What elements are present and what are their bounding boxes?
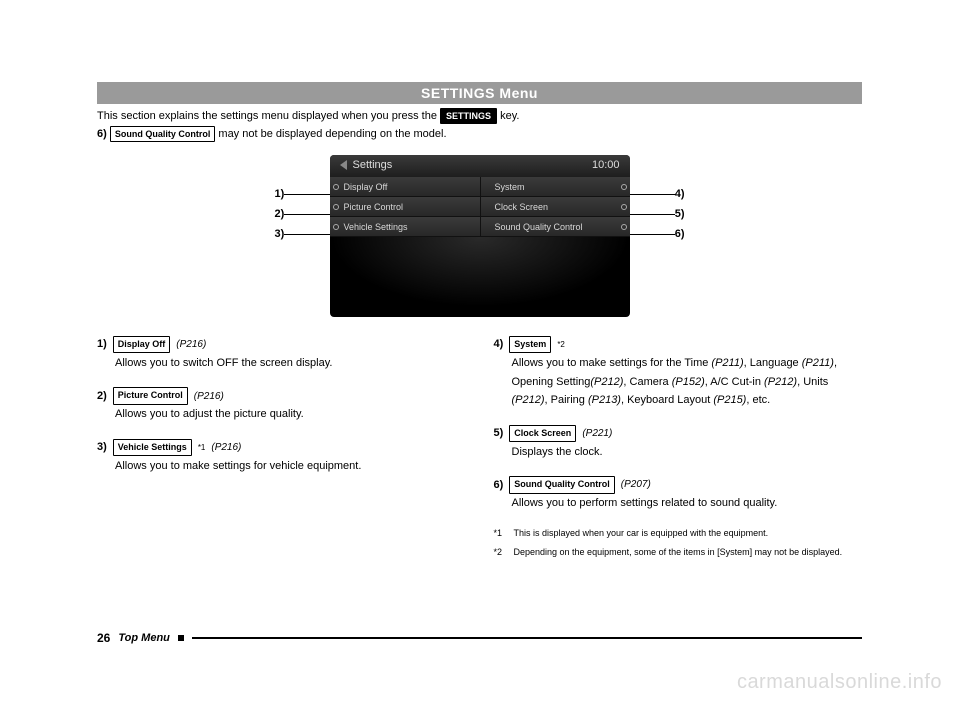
item-key: Display Off xyxy=(113,336,171,353)
item-head: 4) System *2 xyxy=(494,335,863,354)
footnote-label: *1 xyxy=(494,527,508,540)
item-number: 1) xyxy=(97,335,107,354)
item-number: 5) xyxy=(494,424,504,443)
left-column: 1)Display Off (P216)Allows you to switch… xyxy=(97,335,466,564)
callout-6-label: 6) xyxy=(675,228,685,240)
item-body: Displays the clock. xyxy=(512,443,863,462)
menu-clock-screen: Clock Screen xyxy=(480,197,630,217)
intro-line1-a: This section explains the settings menu … xyxy=(97,110,437,122)
menu-vehicle-settings: Vehicle Settings xyxy=(330,217,480,237)
device-title: Settings xyxy=(353,159,393,171)
callout-2-label: 2) xyxy=(275,208,285,220)
item-number: 3) xyxy=(97,438,107,457)
device-illustration: 1) 2) 3) 4) 5) 6) Settings 10:00 xyxy=(275,155,685,317)
footnotes: *1 This is displayed when your car is equ… xyxy=(494,527,863,558)
item-body: Allows you to adjust the picture quality… xyxy=(115,405,466,424)
device-clock: 10:00 xyxy=(592,159,620,171)
item-head: 6) Sound Quality Control (P207) xyxy=(494,476,863,495)
item-body: Allows you to perform settings related t… xyxy=(512,494,863,513)
callout-4-label: 4) xyxy=(675,188,685,200)
menu-display-off-label: Display Off xyxy=(344,182,388,192)
item-key: System xyxy=(509,336,551,353)
list-item: 5) Clock Screen (P221)Displays the clock. xyxy=(494,424,863,461)
watermark: carmanualsonline.info xyxy=(737,671,942,694)
device-right-col: System Clock Screen Sound Quality Contro… xyxy=(480,177,630,237)
callout-1-label: 1) xyxy=(275,188,285,200)
footnote-text: This is displayed when your car is equip… xyxy=(514,527,769,540)
callout-1: 1) xyxy=(275,188,333,200)
item-key: Clock Screen xyxy=(509,425,576,442)
menu-system-label: System xyxy=(495,182,525,192)
intro-line1-b: key. xyxy=(500,110,519,122)
device-left-col: Display Off Picture Control Vehicle Sett… xyxy=(330,177,480,237)
item-page-ref: (P207) xyxy=(621,476,651,493)
footnote-label: *2 xyxy=(494,546,508,559)
item-key: Sound Quality Control xyxy=(509,476,615,493)
menu-picture-control: Picture Control xyxy=(330,197,480,217)
item-page-ref: (P216) xyxy=(176,336,206,353)
page-number: 26 xyxy=(97,631,110,645)
intro-item-number: 6) xyxy=(97,128,107,140)
callout-5-label: 5) xyxy=(675,208,685,220)
item-head: 1) Display Off (P216) xyxy=(97,335,466,354)
footnote-text: Depending on the equipment, some of the … xyxy=(514,546,843,559)
list-item: 2) Picture Control (P216)Allows you to ad… xyxy=(97,387,466,424)
item-page-ref: (P216) xyxy=(211,439,241,456)
device-body: Display Off Picture Control Vehicle Sett… xyxy=(330,177,630,237)
footnote: *2 Depending on the equipment, some of th… xyxy=(494,546,863,559)
item-body: Allows you to switch OFF the screen disp… xyxy=(115,354,466,373)
menu-sound-quality: Sound Quality Control xyxy=(480,217,630,237)
footer-rule xyxy=(192,637,862,639)
intro-line2-rest: may not be displayed depending on the mo… xyxy=(218,128,446,140)
intro-text: This section explains the settings menu … xyxy=(97,108,862,143)
menu-vehicle-settings-label: Vehicle Settings xyxy=(344,222,408,232)
menu-picture-control-label: Picture Control xyxy=(344,202,404,212)
item-body: Allows you to make settings for vehicle … xyxy=(115,457,466,476)
item-head: 5) Clock Screen (P221) xyxy=(494,424,863,443)
footer-section: Top Menu xyxy=(118,632,170,644)
item-number: 2) xyxy=(97,387,107,406)
settings-key: SETTINGS xyxy=(440,108,497,124)
callout-6: 6) xyxy=(627,228,685,240)
callout-5: 5) xyxy=(627,208,685,220)
item-head: 3) Vehicle Settings *1 (P216) xyxy=(97,438,466,457)
list-item: 3) Vehicle Settings *1 (P216)Allows you to… xyxy=(97,438,466,475)
item-sup: *1 xyxy=(198,441,206,455)
item-sup: *2 xyxy=(557,338,565,352)
device-header: Settings 10:00 xyxy=(330,155,630,177)
right-column: 4) System *2 Allows you to make settings fo… xyxy=(494,335,863,564)
callout-3: 3) xyxy=(275,228,333,240)
item-page-ref: (P221) xyxy=(582,425,612,442)
item-page-ref: (P216) xyxy=(194,388,224,405)
menu-display-off: Display Off xyxy=(330,177,480,197)
page-footer: 26 Top Menu xyxy=(97,631,862,645)
callout-3-label: 3) xyxy=(275,228,285,240)
item-number: 6) xyxy=(494,476,504,495)
footnote: *1 This is displayed when your car is equ… xyxy=(494,527,863,540)
item-key: Picture Control xyxy=(113,387,188,404)
item-number: 4) xyxy=(494,335,504,354)
menu-system: System xyxy=(480,177,630,197)
menu-sound-quality-label: Sound Quality Control xyxy=(495,222,583,232)
item-head: 2) Picture Control (P216) xyxy=(97,387,466,406)
list-item: 6) Sound Quality Control (P207)Allows you… xyxy=(494,476,863,513)
list-item: 1) Display Off (P216)Allows you to switch… xyxy=(97,335,466,372)
footer-rule-cap xyxy=(178,635,184,641)
page-content: SETTINGS Menu This section explains the … xyxy=(97,82,862,564)
item-body: Allows you to make settings for the Time… xyxy=(512,354,863,410)
back-icon xyxy=(340,160,347,170)
description-columns: 1)Display Off (P216)Allows you to switch… xyxy=(97,335,862,564)
list-item: 4) System *2 Allows you to make settings fo… xyxy=(494,335,863,410)
section-banner: SETTINGS Menu xyxy=(97,82,862,104)
device-lower-area xyxy=(330,237,630,307)
menu-clock-screen-label: Clock Screen xyxy=(495,202,549,212)
sound-quality-key: Sound Quality Control xyxy=(110,126,216,142)
callout-4: 4) xyxy=(627,188,685,200)
item-key: Vehicle Settings xyxy=(113,439,192,456)
callout-2: 2) xyxy=(275,208,333,220)
device-screen: Settings 10:00 Display Off Picture Contr… xyxy=(330,155,630,317)
